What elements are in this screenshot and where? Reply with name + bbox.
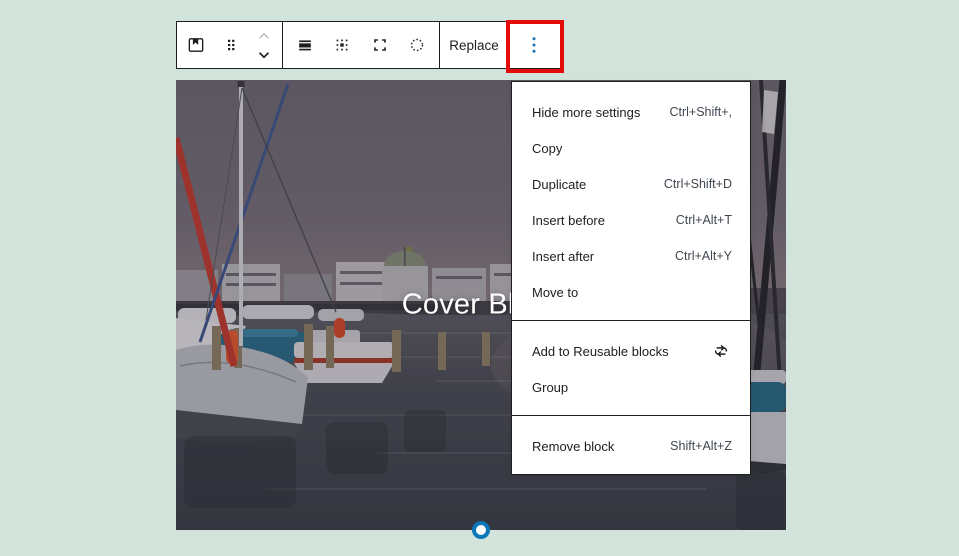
shortcut-label: Shift+Alt+Z [670, 439, 732, 453]
content-position-button[interactable] [326, 23, 358, 67]
block-mover [249, 26, 279, 64]
menu-section-transform: Add to Reusable blocks Group [512, 320, 750, 415]
toolbar-group-block [177, 22, 283, 68]
menu-item-add-to-reusable-blocks[interactable]: Add to Reusable blocks [512, 333, 750, 369]
menu-item-remove-block[interactable]: Remove block Shift+Alt+Z [512, 428, 750, 464]
cover-block-icon [185, 34, 207, 56]
menu-section-remove: Remove block Shift+Alt+Z [512, 415, 750, 474]
duotone-circle-icon [407, 35, 427, 55]
menu-item-duplicate[interactable]: Duplicate Ctrl+Shift+D [512, 166, 750, 202]
drag-button[interactable] [215, 23, 247, 67]
toolbar-group-options [509, 22, 558, 68]
align-icon [295, 35, 315, 55]
move-up-button[interactable] [249, 26, 279, 45]
menu-section-settings: Hide more settings Ctrl+Shift+, Copy Dup… [512, 82, 750, 320]
toolbar-group-replace: Replace [440, 22, 509, 68]
menu-item-insert-after[interactable]: Insert after Ctrl+Alt+Y [512, 238, 750, 274]
menu-item-group[interactable]: Group [512, 369, 750, 405]
menu-item-move-to[interactable]: Move to [512, 274, 750, 310]
shortcut-label: Ctrl+Shift+, [669, 105, 732, 119]
menu-item-insert-before[interactable]: Insert before Ctrl+Alt+T [512, 202, 750, 238]
duotone-filter-button[interactable] [401, 23, 433, 67]
options-menu-button[interactable] [518, 23, 550, 67]
resize-handle[interactable] [472, 521, 490, 539]
block-toolbar: Replace [176, 21, 561, 69]
shortcut-label: Ctrl+Alt+T [676, 213, 732, 227]
align-button[interactable] [289, 23, 321, 67]
menu-item-copy[interactable]: Copy [512, 130, 750, 166]
options-dropdown-menu: Hide more settings Ctrl+Shift+, Copy Dup… [511, 81, 751, 475]
chevron-up-icon [255, 29, 273, 43]
toolbar-group-cover-tools [283, 22, 440, 68]
cover-block-type-button[interactable] [180, 23, 212, 67]
full-height-button[interactable] [364, 23, 396, 67]
editor-canvas: Replace [0, 0, 959, 556]
move-down-button[interactable] [249, 45, 279, 64]
drag-handle-icon [222, 36, 240, 54]
full-height-brackets-icon [370, 35, 390, 55]
replace-button[interactable]: Replace [440, 22, 508, 68]
shortcut-label: Ctrl+Shift+D [664, 177, 732, 191]
content-position-grid-icon [332, 35, 352, 55]
shortcut-label: Ctrl+Alt+Y [675, 249, 732, 263]
chevron-down-icon [255, 48, 273, 62]
reusable-block-icon [710, 340, 732, 362]
kebab-menu-icon [524, 34, 544, 56]
menu-item-hide-more-settings[interactable]: Hide more settings Ctrl+Shift+, [512, 94, 750, 130]
